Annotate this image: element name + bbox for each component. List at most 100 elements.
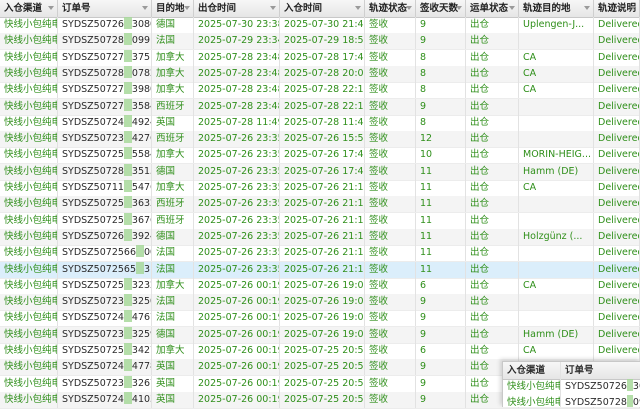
col-track-status-cell: 签收 [365,98,416,115]
col-order-number-cell: SYDSZ50725 3632YQ [58,196,152,213]
redaction-mask [123,294,132,307]
sort-arrow-icon[interactable] [270,6,276,10]
col-waybill-status-cell: 出仓 [466,114,519,131]
col-track-description-cell: Delivered [594,310,640,327]
col-track-status-header[interactable]: 轨迹状态 [365,0,416,17]
col-track-status-cell: 签收 [365,180,416,196]
sort-arrow-icon[interactable] [48,6,54,10]
order-number-suffix: 3250YQ [131,296,151,308]
col-inbound-channel-cell: 快线小包纯电 [0,82,58,99]
table-row[interactable]: 快线小包纯电 SYDSZ50723 4276YQ西班牙2025-07-26 23:3… [0,131,640,149]
col-track-status-cell: 签收 [365,114,416,131]
col-track-destination-header[interactable]: 轨迹目的地 [519,0,594,17]
table-row[interactable]: 快线小包纯电 SYDSZ5072565 31YQ法国2025-07-26 23:35… [0,261,640,279]
col-track-status-cell: 签收 [365,147,416,164]
redaction-mask [123,391,132,404]
col-inbound-time-cell: 2025-07-28 11:44:24 [280,114,365,131]
table-row[interactable]: 快线小包纯电 SYDSZ50725 3427YQ加拿大2025-07-26 00:1… [0,343,640,360]
order-number-suffix: 3427YQ [131,345,151,356]
table-row[interactable]: 快线小包纯电 SYDSZ50724 4924YQ英国2025-07-28 11:49… [0,114,640,132]
sort-arrow-icon[interactable] [184,6,190,10]
col-destination-cell: 西班牙 [152,212,194,229]
col-inbound-time-header[interactable]: 入仓时间 [280,0,365,17]
table-row[interactable]: 快线小包纯电 SYDSZ50728 0991YQ法国2025-07-29 23:34… [0,33,640,51]
col-days-to-sign-cell: 8 [416,49,466,66]
col-inbound-channel-header[interactable]: 入仓渠道 [0,0,58,17]
col-inbound-channel-cell: 快线小包纯电 [0,391,58,408]
order-number-suffix: 4767YQ [131,312,151,324]
table-row[interactable]: 快线小包纯电 SYDSZ50727 3584YQ西班牙2025-07-28 23:4… [0,98,640,116]
col-destination-cell: 英国 [152,359,194,376]
table-row[interactable]: 快线小包纯电 SYDSZ50725 5584YQ加拿大2025-07-26 23:3… [0,147,640,165]
col-outbound-time-cell: 2025-07-26 23:35:31 [194,163,280,180]
redaction-mask [123,49,132,62]
popup-preview-grid: 入仓渠道订单号快线小包纯电 SYDSZ50726 3080 快线小包纯电SYDSZ50… [502,361,640,407]
col-order-number-cell: SYDSZ50724 4924YQ [58,114,152,131]
table-row[interactable]: 快线小包纯电 SYDSZ50725 3676YQ西班牙2025-07-26 23:3… [0,212,640,230]
col-waybill-status-cell: 出仓 [466,212,519,229]
col-inbound-channel-cell: 快线小包纯电 [0,261,58,278]
col-inbound-time-cell: 2025-07-29 18:59:39 [280,33,365,50]
col-track-status-cell: 签收 [365,375,416,392]
col-track-description-header[interactable]: 轨迹说明 [594,0,640,17]
table-row[interactable]: 快线小包纯电 SYDSZ50723 3259YQ德国2025-07-26 00:19… [0,326,640,344]
order-number-prefix: SYDSZ50723 [62,328,124,340]
table-row[interactable]: 快线小包纯电 SYDSZ50726 3080YQ德国2025-07-30 23:38… [0,17,640,34]
col-track-status-cell: 签收 [365,228,416,245]
col-track-description-cell: Delivered [594,261,640,278]
grid-header-row: 入仓渠道 订单号 目的地 出仓时间 入仓时间 轨迹状态 签收天数 运单状态 轨迹目的地 轨迹说明 [0,0,640,18]
col-days-to-sign-cell: 11 [416,228,466,245]
col-destination-header[interactable]: 目的地 [152,0,194,17]
sort-arrow-icon[interactable] [142,6,148,10]
sort-arrow-icon[interactable] [456,6,462,10]
table-row[interactable]: 快线小包纯电 SYDSZ50727 3980YQ加拿大2025-07-28 23:4… [0,82,640,100]
table-row[interactable]: 快线小包纯电 SYDSZ50723 3250YQ法国2025-07-26 00:19… [0,294,640,312]
col-order-number-header[interactable]: 订单号 [58,0,152,17]
table-row[interactable]: 快线小包纯电 SYDSZ50728 0782YQ加拿大2025-07-28 23:4… [0,65,640,83]
col-destination-cell: 法国 [152,33,194,50]
col-track-status-cell: 签收 [365,310,416,327]
order-number-prefix: SYDSZ5072566 [62,247,136,259]
sort-arrow-icon[interactable] [584,6,590,10]
col-order-number-cell: SYDSZ50725 3427YQ [58,343,152,359]
col-track-destination-cell [519,114,594,131]
col-days-to-sign-cell: 6 [416,343,466,359]
table-row[interactable]: 快线小包纯电 SYDSZ50725 3232YQ加拿大2025-07-26 00:1… [0,277,640,295]
order-number-suffix: 4103YQ [131,393,151,405]
col-waybill-status-header[interactable]: 运单状态 [466,0,519,17]
col-inbound-channel-cell: 快线小包纯电 [0,49,58,66]
col-waybill-status-cell: 出仓 [466,343,519,359]
order-number-prefix: SYDSZ50724 [62,312,124,324]
order-number-prefix: SYDSZ50726 [62,19,124,30]
col-track-status-cell: 签收 [365,65,416,82]
table-row[interactable]: 快线小包纯电 SYDSZ50725 3632YQ西班牙2025-07-26 23:3… [0,196,640,214]
col-days-to-sign-header[interactable]: 签收天数 [416,0,466,17]
sort-arrow-icon[interactable] [509,6,515,10]
col-order-number-cell: SYDSZ50727 3584YQ [58,98,152,115]
col-outbound-time-header[interactable]: 出仓时间 [194,0,280,17]
sort-arrow-icon[interactable] [355,6,361,10]
sort-arrow-icon[interactable] [406,6,412,10]
col-track-status-cell: 签收 [365,163,416,180]
table-row[interactable]: 快线小包纯电 SYDSZ50711 5476YQ加拿大2025-07-26 23:3… [0,180,640,197]
redaction-mask [136,261,144,274]
col-order-number-cell: SYDSZ50727 3980YQ [58,82,152,99]
table-row[interactable]: 快线小包纯电 SYDSZ50728 3515YQ德国2025-07-26 23:35… [0,163,640,181]
col-days-to-sign-cell: 9 [416,391,466,408]
col-destination-cell: 西班牙 [152,98,194,115]
col-order-number-cell: SYDSZ50723 3267YQ [58,375,152,392]
redaction-mask [123,147,132,160]
col-outbound-time-cell: 2025-07-26 00:19:55 [194,359,280,376]
col-days-to-sign-cell: 9 [416,17,466,33]
order-number-suffix: 3980YQ [131,84,151,96]
col-track-description-cell: Delivered [594,17,640,33]
sort-arrow-icon[interactable] [630,6,636,10]
table-row[interactable]: 快线小包纯电 SYDSZ50724 4767YQ法国2025-07-26 00:19… [0,310,640,328]
table-row[interactable]: 快线小包纯电 SYDSZ50727 3751YQ加拿大2025-07-28 23:4… [0,49,640,67]
table-row[interactable]: 快线小包纯电 SYDSZ50726 3924YQ德国2025-07-26 23:35… [0,228,640,246]
order-number-prefix: SYDSZ50723 [62,133,124,145]
table-row[interactable]: 快线小包纯电 SYDSZ5072566 006YQ法国2025-07-26 23:3… [0,245,640,263]
col-inbound-channel-cell: 快线小包纯电 [0,33,58,50]
order-number-suffix: 4924YQ [131,116,151,128]
col-days-to-sign-cell: 9 [416,375,466,392]
